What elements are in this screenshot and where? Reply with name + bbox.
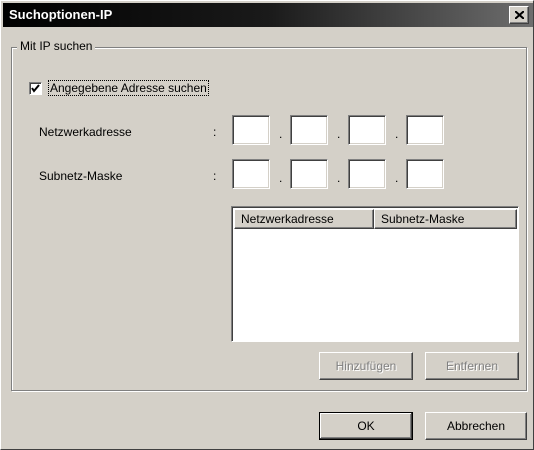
title-bar: Suchoptionen-IP	[3, 3, 533, 27]
network-octet-3[interactable]	[348, 115, 386, 145]
network-dot-1: .	[279, 127, 283, 141]
dialog-window: Suchoptionen-IP Mit IP suchen Angegebene…	[0, 0, 534, 450]
search-address-checkbox[interactable]	[29, 82, 42, 95]
subnet-octet-4[interactable]	[406, 159, 444, 189]
cancel-button[interactable]: Abbrechen	[425, 412, 527, 440]
close-icon	[515, 11, 524, 19]
subnet-octet-2[interactable]	[290, 159, 328, 189]
group-label: Mit IP suchen	[17, 39, 96, 53]
subnet-mask-label: Subnetz-Maske	[39, 169, 123, 183]
network-address-label: Netzwerkadresse	[39, 125, 132, 139]
network-octet-4[interactable]	[406, 115, 444, 145]
subnet-dot-2: .	[337, 171, 341, 185]
network-dot-2: .	[337, 127, 341, 141]
close-button[interactable]	[509, 6, 529, 24]
add-button[interactable]: Hinzufügen	[319, 352, 413, 380]
ok-button[interactable]: OK	[319, 412, 413, 440]
network-dot-3: .	[395, 127, 399, 141]
column-header-network-address[interactable]: Netzwerkadresse	[234, 209, 374, 229]
subnet-colon: :	[213, 169, 217, 183]
search-address-label[interactable]: Angegebene Adresse suchen	[48, 80, 209, 96]
checkmark-icon	[31, 84, 40, 93]
subnet-octet-1[interactable]	[232, 159, 270, 189]
network-octet-2[interactable]	[290, 115, 328, 145]
subnet-octet-3[interactable]	[348, 159, 386, 189]
subnet-dot-1: .	[279, 171, 283, 185]
address-list[interactable]: Netzwerkadresse Subnetz-Maske	[231, 206, 519, 342]
remove-button[interactable]: Entfernen	[425, 352, 519, 380]
window-title: Suchoptionen-IP	[9, 7, 113, 22]
subnet-dot-3: .	[395, 171, 399, 185]
network-octet-1[interactable]	[232, 115, 270, 145]
column-header-subnet-mask[interactable]: Subnetz-Maske	[374, 209, 517, 229]
network-colon: :	[213, 125, 217, 139]
